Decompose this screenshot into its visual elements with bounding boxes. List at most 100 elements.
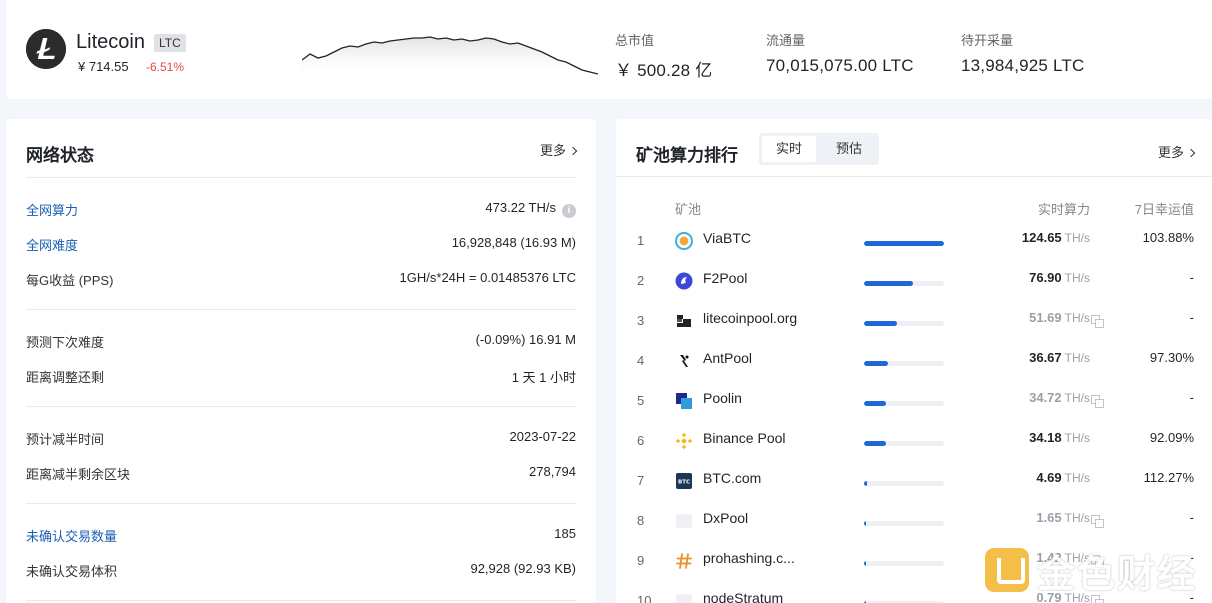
pool-hashrate-unit: TH/s bbox=[1064, 471, 1090, 485]
tab-realtime[interactable]: 实时 bbox=[762, 136, 816, 162]
coin-price: ¥ 714.55 bbox=[78, 59, 129, 74]
pool-rank: 3 bbox=[637, 313, 645, 328]
copy-icon[interactable] bbox=[1091, 515, 1104, 528]
copy-icon[interactable] bbox=[1091, 395, 1104, 408]
pool-hashrate-value: 51.69 bbox=[1029, 310, 1062, 325]
pool-name-link[interactable]: DxPool bbox=[703, 510, 748, 526]
pool-ranking-title: 矿池算力排行 bbox=[636, 146, 738, 165]
hashrate-share-bar bbox=[864, 241, 944, 246]
pool-hashrate-unit: TH/s bbox=[1064, 431, 1090, 445]
network-row-halving-blocks: 距离减半剩余区块 278,794 bbox=[26, 464, 576, 484]
chevron-right-icon bbox=[568, 146, 578, 156]
btccom-icon: BTC bbox=[675, 472, 693, 490]
f2pool-icon bbox=[675, 272, 693, 290]
more-label: 更多 bbox=[539, 143, 566, 158]
network-row-unconfirmed-count: 未确认交易数量 185 bbox=[26, 526, 576, 546]
pool-more-link[interactable]: 更多 bbox=[1158, 142, 1196, 161]
hashrate-share-fill bbox=[864, 281, 914, 286]
pool-row[interactable]: 6 Binance Pool 34.18 TH/s 92.09% bbox=[616, 421, 1212, 461]
pool-hashrate-value: 1.65 bbox=[1036, 510, 1062, 525]
hash-icon bbox=[675, 552, 693, 570]
pool-hashrate: 51.69 TH/s bbox=[1029, 310, 1090, 325]
pool-hashrate-value: 36.67 bbox=[1029, 350, 1062, 365]
stat-value: 13,984,925 LTC bbox=[961, 56, 1085, 75]
col-header-pool: 矿池 bbox=[675, 202, 702, 217]
pool-name-link[interactable]: ViaBTC bbox=[703, 230, 751, 246]
tab-estimate[interactable]: 预估 bbox=[822, 136, 876, 162]
stat-label: 待开采量 bbox=[961, 33, 1014, 48]
pool-row[interactable]: 5 Poolin 34.72 TH/s - bbox=[616, 381, 1212, 421]
network-row-halving-date: 预计减半时间 2023-07-22 bbox=[26, 429, 576, 449]
pool-hashrate-unit: TH/s bbox=[1064, 391, 1090, 405]
pool-luck: - bbox=[1189, 310, 1194, 325]
pool-row[interactable]: 4 AntPool 36.67 TH/s 97.30% bbox=[616, 341, 1212, 381]
network-key-link[interactable]: 未确认交易数量 bbox=[26, 526, 117, 545]
divider bbox=[26, 503, 576, 504]
pool-name-link[interactable]: litecoinpool.org bbox=[703, 310, 797, 326]
info-icon[interactable]: i bbox=[562, 204, 576, 218]
network-value: 473.22 TH/s i bbox=[485, 200, 576, 218]
pool-row[interactable]: 2 F2Pool 76.90 TH/s - bbox=[616, 261, 1212, 301]
hashrate-share-fill bbox=[864, 481, 868, 486]
pool-name-link[interactable]: F2Pool bbox=[703, 270, 747, 286]
price-sparkline bbox=[302, 36, 598, 80]
pool-hashrate-unit: TH/s bbox=[1064, 231, 1090, 245]
pool-hashrate-unit: TH/s bbox=[1064, 311, 1090, 325]
pool-hashrate-value: 76.90 bbox=[1029, 270, 1062, 285]
network-row-pps: 每G收益 (PPS) 1GH/s*24H = 0.01485376 LTC bbox=[26, 270, 576, 290]
pool-row[interactable]: 8 DxPool 1.65 TH/s - bbox=[616, 501, 1212, 541]
litecoin-logo-icon bbox=[26, 29, 66, 69]
antpool-icon bbox=[675, 352, 693, 370]
divider bbox=[616, 176, 1212, 177]
pool-name-link[interactable]: prohashing.c... bbox=[703, 550, 795, 566]
coin-symbol-badge: LTC bbox=[154, 34, 186, 52]
pool-hashrate: 34.18 TH/s bbox=[1029, 430, 1090, 445]
pool-name-link[interactable]: AntPool bbox=[703, 350, 752, 366]
pool-row[interactable]: 7 BTC BTC.com 4.69 TH/s 112.27% bbox=[616, 461, 1212, 501]
divider bbox=[26, 309, 576, 310]
hashrate-share-bar bbox=[864, 521, 944, 526]
pool-rank: 8 bbox=[637, 513, 645, 528]
stat-circulating-supply: 流通量 70,015,075.00 LTC bbox=[766, 30, 914, 76]
pool-name-link[interactable]: BTC.com bbox=[703, 470, 761, 486]
pool-hashrate-value: 34.72 bbox=[1029, 390, 1062, 405]
pool-hashrate: 76.90 TH/s bbox=[1029, 270, 1090, 285]
pool-name-link[interactable]: nodeStratum bbox=[703, 590, 783, 603]
network-key-link[interactable]: 全网难度 bbox=[26, 235, 78, 254]
pool-hashrate-value: 124.65 bbox=[1021, 230, 1062, 245]
hashrate-share-fill bbox=[864, 321, 898, 326]
pool-hashrate: 1.65 TH/s bbox=[1036, 510, 1090, 525]
coin-name: Litecoin bbox=[76, 31, 145, 53]
pool-hashrate-unit: TH/s bbox=[1064, 271, 1090, 285]
pool-hashrate-unit: TH/s bbox=[1064, 351, 1090, 365]
pool-rank: 5 bbox=[637, 393, 645, 408]
pool-name-link[interactable]: Poolin bbox=[703, 390, 742, 406]
pool-name-link[interactable]: Binance Pool bbox=[703, 430, 786, 446]
network-key: 未确认交易体积 bbox=[26, 564, 118, 579]
network-value: 92,928 (92.93 KB) bbox=[470, 561, 576, 576]
pool-hashrate: 36.67 TH/s bbox=[1029, 350, 1090, 365]
hashrate-share-bar bbox=[864, 361, 944, 366]
hashrate-share-fill bbox=[864, 241, 944, 246]
pool-row[interactable]: 1 ViaBTC 124.65 TH/s 103.88% bbox=[616, 221, 1212, 261]
divider bbox=[26, 600, 576, 601]
pool-row[interactable]: 3 litecoinpool.org 51.69 TH/s - bbox=[616, 301, 1212, 341]
pool-luck: - bbox=[1189, 270, 1194, 285]
network-row-difficulty: 全网难度 16,928,848 (16.93 M) bbox=[26, 235, 576, 255]
chevron-right-icon bbox=[1186, 148, 1196, 158]
pool-rank: 6 bbox=[637, 433, 645, 448]
pool-luck: 112.27% bbox=[1143, 470, 1194, 485]
network-row-hashrate: 全网算力 473.22 TH/s i bbox=[26, 200, 576, 220]
jinse-logo-icon bbox=[985, 548, 1029, 592]
pool-tabs: 实时 预估 bbox=[759, 133, 879, 165]
stat-label: 总市值 bbox=[615, 33, 655, 48]
network-more-link[interactable]: 更多 bbox=[539, 140, 578, 159]
hashrate-share-bar bbox=[864, 441, 944, 446]
network-value: 185 bbox=[554, 526, 576, 541]
hashrate-share-bar bbox=[864, 401, 944, 406]
copy-icon[interactable] bbox=[1091, 315, 1104, 328]
viabtc-icon bbox=[675, 232, 693, 250]
network-value: (-0.09%) 16.91 M bbox=[475, 332, 576, 347]
network-key: 预测下次难度 bbox=[26, 335, 105, 350]
network-key-link[interactable]: 全网算力 bbox=[26, 200, 78, 219]
